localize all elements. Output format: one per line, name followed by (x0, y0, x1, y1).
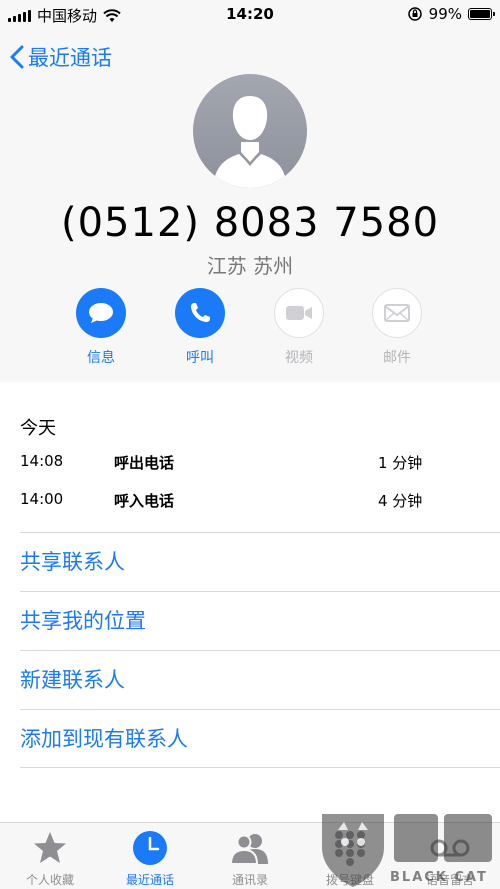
battery-percent: 99% (428, 5, 462, 23)
call-duration: 4 分钟 (378, 492, 423, 510)
call-time: 14:00 (20, 490, 64, 508)
call-duration: 1 分钟 (378, 454, 423, 472)
video-button[interactable]: 视频 (264, 288, 334, 367)
tab-label: 最近通话 (125, 873, 174, 887)
mail-envelope-icon (384, 304, 410, 322)
call-type: 呼出电话 (114, 454, 175, 472)
tab-favorites[interactable]: 个人收藏 (0, 829, 100, 888)
person-silhouette-icon (213, 96, 287, 188)
message-label: 信息 (87, 350, 115, 366)
new-contact-link[interactable]: 新建联系人 (20, 650, 500, 709)
mail-button[interactable]: 邮件 (362, 288, 432, 367)
mail-button-circle (372, 288, 422, 338)
phone-number: (0512) 8083 7580 (60, 200, 440, 246)
status-bar: 中国移动 14:20 99% (0, 0, 500, 30)
blackcat-watermark: BLACK CAT (318, 808, 500, 889)
tab-label: 个人收藏 (25, 873, 74, 887)
phone-icon (191, 303, 210, 322)
tab-contacts[interactable]: 通讯录 (200, 829, 300, 888)
back-label: 最近通话 (28, 46, 112, 70)
call-button-circle (175, 288, 225, 338)
video-camera-icon (286, 306, 312, 320)
contact-header: 最近通话 (0512) 8083 7580 江苏 苏州 信息 呼叫 视频 邮件 (0, 30, 500, 382)
watermark-text: BLACK CAT (390, 870, 488, 885)
call-type: 呼入电话 (114, 492, 175, 510)
tab-label: 通讯录 (231, 873, 268, 887)
contact-avatar (193, 74, 307, 188)
back-button[interactable]: 最近通话 (10, 42, 112, 72)
share-location-link[interactable]: 共享我的位置 (20, 591, 500, 650)
message-button-circle (76, 288, 126, 338)
star-icon (34, 832, 66, 863)
clock-icon (133, 831, 167, 865)
status-right: 99% (407, 5, 495, 23)
chevron-left-icon (10, 45, 24, 69)
history-date: 今天 (20, 418, 56, 439)
message-bubble-icon (89, 303, 113, 323)
tab-recents[interactable]: 最近通话 (100, 829, 200, 888)
add-to-existing-contact-link[interactable]: 添加到现有联系人 (20, 709, 500, 768)
share-contact-link[interactable]: 共享联系人 (20, 532, 500, 591)
video-button-circle (274, 288, 324, 338)
video-label: 视频 (285, 350, 313, 366)
caller-location: 江苏 苏州 (206, 254, 294, 278)
battery-icon (468, 8, 495, 20)
orientation-lock-icon (407, 7, 422, 21)
mail-label: 邮件 (383, 350, 411, 366)
contacts-icon (229, 834, 268, 865)
battery-level (470, 10, 490, 18)
call-label: 呼叫 (186, 350, 214, 366)
call-time: 14:08 (20, 452, 64, 470)
call-button[interactable]: 呼叫 (165, 288, 235, 367)
message-button[interactable]: 信息 (66, 288, 136, 367)
